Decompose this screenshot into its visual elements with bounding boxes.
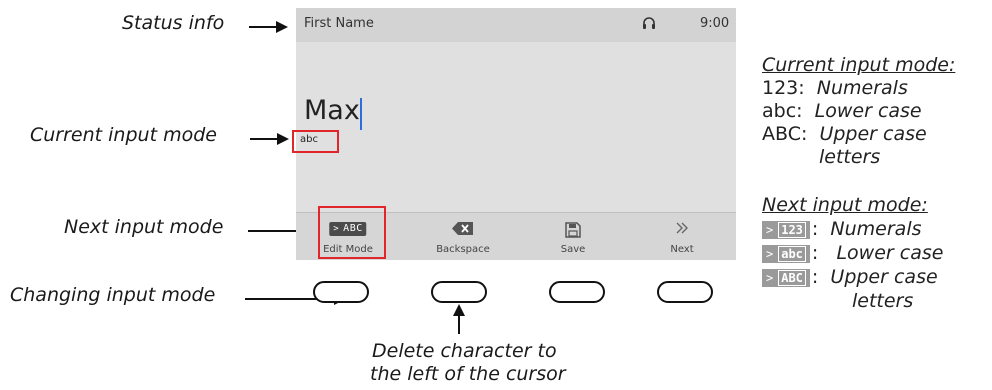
legend-row-cont: letters bbox=[762, 289, 943, 313]
softkey-label: Next bbox=[670, 244, 694, 255]
legend-row: > ABC: Upper case bbox=[762, 265, 943, 289]
current-mode-highlight bbox=[292, 130, 339, 153]
delete-arrow bbox=[458, 314, 460, 334]
legend-row: > abc: Lower case bbox=[762, 241, 943, 265]
headset-icon bbox=[643, 17, 655, 29]
legend-desc: Numerals bbox=[816, 77, 908, 99]
softkey-save[interactable]: Save bbox=[518, 213, 628, 261]
next-input-mode-callout: Next input mode bbox=[64, 216, 224, 238]
softkey-next[interactable]: Next bbox=[628, 213, 736, 261]
hardware-key-1[interactable] bbox=[313, 281, 369, 303]
softkey-label: Save bbox=[560, 244, 586, 255]
field-title: First Name bbox=[304, 16, 374, 31]
next-mode-chip: > ABC bbox=[762, 268, 810, 287]
delete-callout-line2: the left of the cursor bbox=[370, 363, 566, 385]
legend-desc: Upper case bbox=[819, 123, 927, 145]
legend-desc: letters bbox=[852, 290, 914, 312]
legend-desc: Lower case bbox=[836, 242, 944, 264]
clock-time: 9:00 bbox=[700, 16, 730, 31]
next-mode-chip: > abc bbox=[762, 244, 810, 263]
legend-desc: letters bbox=[819, 146, 881, 168]
next-mode-legend: Next input mode: >123: Numerals > abc: Lo… bbox=[762, 193, 943, 313]
softkey-label: Backspace bbox=[436, 244, 490, 255]
current-input-mode-arrow bbox=[250, 138, 278, 140]
softkey-backspace[interactable]: Backspace bbox=[408, 213, 518, 261]
next-icon bbox=[676, 222, 688, 234]
edit-mode-highlight bbox=[318, 206, 386, 259]
legend-row: >123: Numerals bbox=[762, 217, 943, 241]
legend-desc: Upper case bbox=[830, 266, 938, 288]
current-mode-legend: Current input mode: 123: Numerals abc: L… bbox=[762, 54, 955, 169]
input-area[interactable]: Max abc bbox=[292, 42, 736, 212]
legend-row: abc: Lower case bbox=[762, 100, 955, 123]
hardware-key-4[interactable] bbox=[657, 281, 713, 303]
status-info-callout: Status info bbox=[122, 12, 225, 34]
hardware-key-2[interactable] bbox=[431, 281, 487, 303]
legend-heading: Next input mode: bbox=[762, 194, 928, 216]
legend-code: 123: bbox=[762, 77, 805, 99]
legend-desc: Numerals bbox=[830, 218, 922, 240]
entered-value: Max bbox=[304, 95, 360, 126]
current-input-mode-callout: Current input mode bbox=[30, 124, 217, 146]
status-bar: First Name 9:00 bbox=[296, 8, 736, 42]
save-icon bbox=[565, 222, 581, 238]
hardware-key-3[interactable] bbox=[549, 281, 605, 303]
next-mode-chip: >123 bbox=[762, 220, 810, 239]
legend-code: abc: bbox=[762, 100, 803, 122]
text-cursor bbox=[360, 98, 362, 130]
current-input-mode-arrowhead bbox=[277, 133, 289, 145]
legend-row: ABC: Upper case bbox=[762, 123, 955, 146]
legend-desc: Lower case bbox=[814, 100, 922, 122]
legend-row-cont: letters bbox=[762, 146, 955, 169]
status-info-arrowhead bbox=[276, 21, 288, 33]
changing-input-mode-callout: Changing input mode bbox=[10, 284, 216, 306]
backspace-icon bbox=[452, 222, 473, 235]
legend-heading: Current input mode: bbox=[762, 54, 956, 76]
legend-code: ABC: bbox=[762, 123, 808, 145]
delete-callout-line1: Delete character to bbox=[372, 340, 557, 362]
legend-row: 123: Numerals bbox=[762, 77, 955, 100]
status-info-arrow bbox=[249, 26, 277, 28]
